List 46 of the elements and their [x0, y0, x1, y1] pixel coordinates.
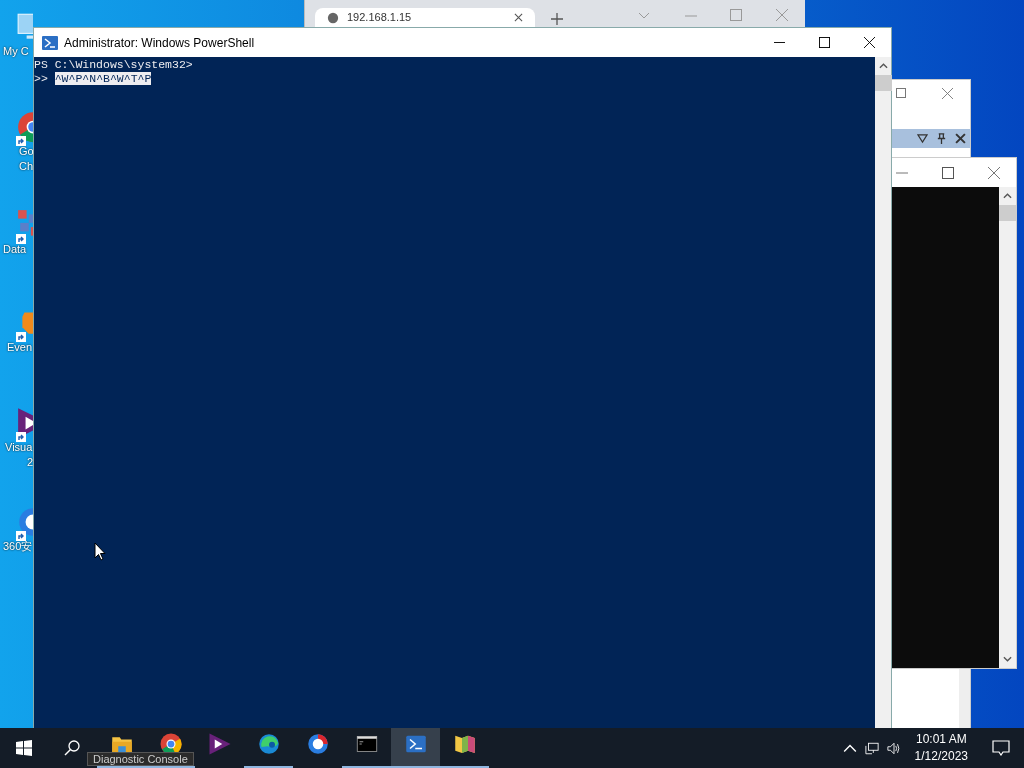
scrollbar[interactable] — [875, 57, 891, 728]
notification-icon[interactable] — [992, 740, 1010, 756]
scroll-up-icon[interactable] — [1003, 193, 1012, 199]
icon-label[interactable]: Data — [3, 242, 27, 257]
close-icon[interactable] — [955, 133, 966, 144]
volume-icon[interactable] — [886, 741, 901, 755]
command-text: ^W^P^N^B^W^T^P — [54, 72, 152, 85]
new-tab-icon[interactable] — [551, 13, 563, 25]
maximize-icon[interactable] — [819, 37, 830, 48]
mouse-pointer-icon — [94, 542, 106, 561]
studio-icon — [207, 732, 232, 756]
browser-icon — [256, 732, 281, 756]
search-icon — [64, 740, 80, 756]
window-title: Administrator: Windows PowerShell — [64, 35, 256, 50]
shortcut-arrow-icon — [16, 332, 26, 342]
close-icon[interactable] — [514, 13, 523, 22]
tooltip: Diagnostic Console — [87, 752, 194, 766]
shortcut-arrow-icon — [16, 136, 26, 146]
maximize-icon[interactable] — [942, 166, 954, 179]
scroll-down-icon[interactable] — [1003, 656, 1012, 662]
scrollbar[interactable] — [999, 187, 1016, 668]
prompt-text: PS C:\Windows\system32> — [34, 58, 193, 71]
icon-label[interactable]: 2 — [27, 455, 34, 470]
shortcut-arrow-icon — [16, 432, 26, 442]
scroll-thumb[interactable] — [999, 205, 1016, 221]
powershell-icon — [42, 35, 58, 50]
icon-label[interactable]: Go — [19, 144, 34, 159]
close-icon[interactable] — [864, 37, 875, 48]
browser-icon — [305, 732, 330, 756]
shortcut-arrow-icon — [16, 531, 26, 541]
browser-tab[interactable]: 192.168.1.15 — [315, 8, 535, 27]
clock[interactable]: 10:01 AM 1/12/2023 — [908, 731, 974, 765]
icon-label[interactable]: Ch — [19, 159, 34, 174]
icon-label[interactable]: My C — [3, 44, 29, 59]
scrollbar[interactable] — [959, 668, 970, 728]
pin-icon[interactable] — [936, 133, 947, 144]
icon-label[interactable]: Even — [7, 340, 33, 355]
prompt-text: >> — [34, 72, 49, 85]
windows-icon — [16, 740, 32, 756]
icon-label[interactable]: Visua — [5, 440, 33, 455]
network-icon[interactable] — [864, 741, 879, 755]
dropdown-icon[interactable] — [917, 133, 928, 144]
icon-label[interactable]: 360安 — [3, 539, 33, 554]
shortcut-arrow-icon — [16, 234, 26, 244]
tab-title: 192.168.1.15 — [347, 11, 413, 24]
scroll-up-icon[interactable] — [878, 63, 888, 69]
